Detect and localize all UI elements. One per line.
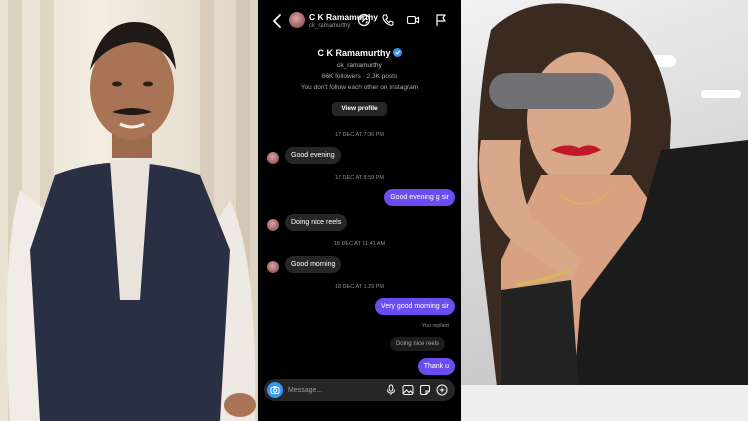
profile-name: C K Ramamurthy bbox=[258, 48, 461, 58]
call-link-icon[interactable] bbox=[357, 13, 371, 27]
avatar[interactable] bbox=[289, 12, 305, 28]
message-input[interactable] bbox=[288, 379, 378, 401]
left-photo bbox=[0, 0, 258, 421]
mic-icon[interactable] bbox=[385, 384, 397, 396]
phone-icon[interactable] bbox=[381, 13, 395, 27]
back-icon[interactable] bbox=[270, 12, 284, 30]
message-outgoing[interactable]: Very good morning sir bbox=[374, 298, 455, 315]
camera-icon bbox=[270, 386, 280, 394]
profile-stats: 66K followers · 2.3K posts bbox=[321, 73, 398, 80]
camera-button[interactable] bbox=[267, 382, 283, 398]
follow-status: You don't follow each other on Instagram bbox=[300, 84, 419, 91]
gallery-icon[interactable] bbox=[402, 384, 414, 396]
profile-name-text: C K Ramamurthy bbox=[317, 48, 391, 58]
instagram-dm-screen: C K Ramamurthy ck_ramamurthy C K Ramamur… bbox=[258, 0, 461, 421]
profile-username: ck_ramamurthy bbox=[337, 62, 382, 69]
sticker-icon[interactable] bbox=[419, 384, 431, 396]
plus-icon[interactable] bbox=[436, 384, 448, 396]
timestamp: 18 DEC AT 1:29 PM bbox=[334, 284, 384, 290]
message-incoming[interactable]: Doing nice reels bbox=[285, 214, 348, 231]
message-incoming[interactable]: Good evening bbox=[285, 147, 341, 164]
woman-figure bbox=[461, 3, 748, 421]
verified-badge-icon bbox=[392, 48, 402, 57]
avatar[interactable] bbox=[267, 219, 279, 231]
timestamp: 17 DEC AT 8:59 PM bbox=[334, 175, 384, 181]
timestamp: 17 DEC AT 7:36 PM bbox=[334, 132, 384, 138]
message-composer bbox=[264, 379, 455, 401]
message-outgoing[interactable]: Thank u bbox=[417, 358, 455, 375]
right-photo bbox=[461, 0, 748, 421]
view-profile-button[interactable]: View profile bbox=[332, 102, 387, 116]
man-figure bbox=[6, 22, 256, 421]
replied-label: You replied bbox=[421, 323, 449, 329]
avatar[interactable] bbox=[267, 152, 279, 164]
header-username: ck_ramamurthy bbox=[309, 23, 351, 29]
face-blur-bar bbox=[489, 73, 614, 109]
flag-icon[interactable] bbox=[434, 13, 448, 27]
video-icon[interactable] bbox=[406, 13, 420, 27]
timestamp: 18 DEC AT 11:41 AM bbox=[333, 241, 386, 247]
avatar[interactable] bbox=[267, 261, 279, 273]
chat-header: C K Ramamurthy ck_ramamurthy bbox=[258, 0, 461, 40]
reply-quote[interactable]: Doing nice reels bbox=[389, 337, 445, 351]
message-outgoing[interactable]: Good evening g sir bbox=[384, 189, 455, 206]
message-incoming[interactable]: Good morning bbox=[285, 256, 342, 273]
